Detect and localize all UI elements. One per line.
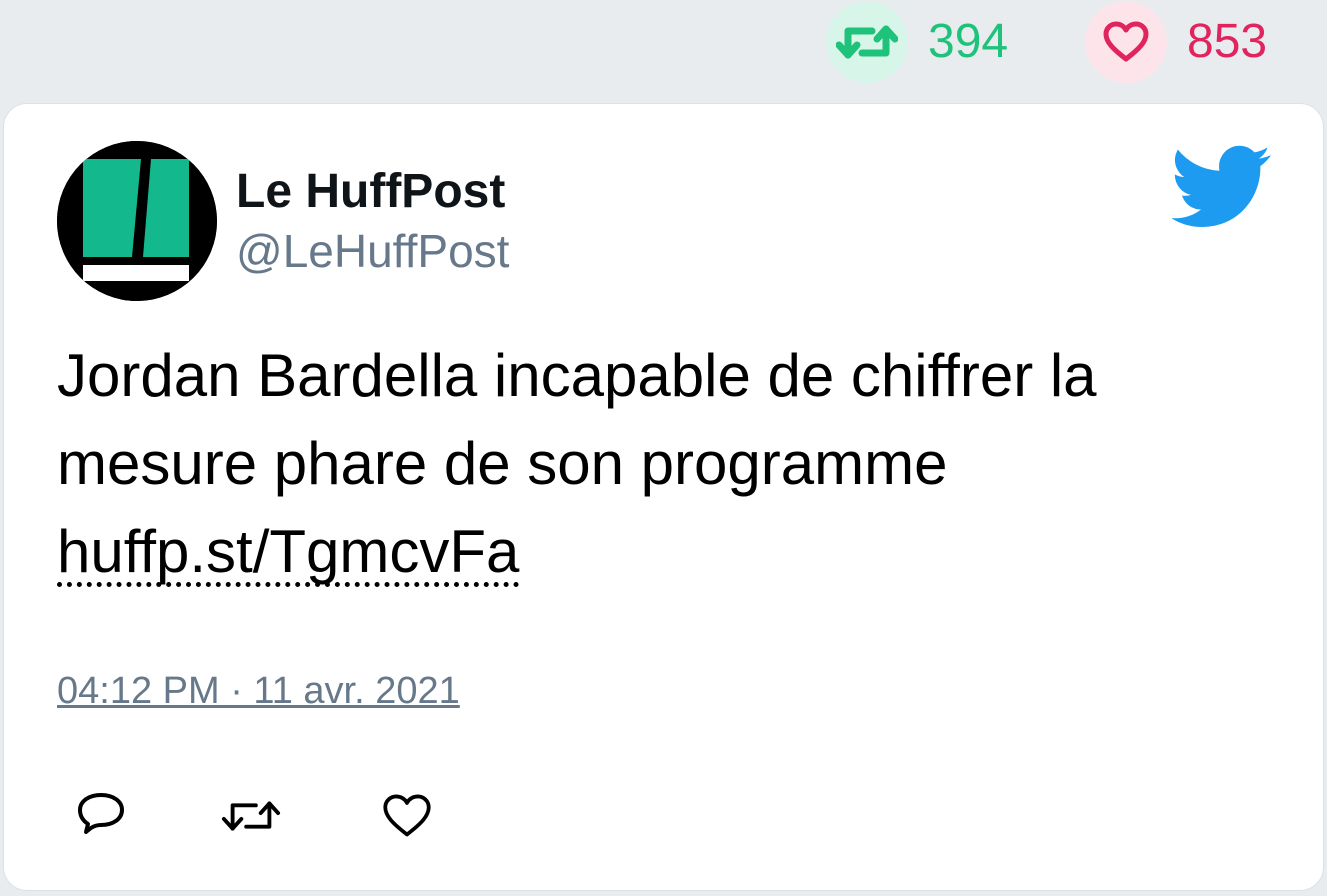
author-handle[interactable]: @LeHuffPost <box>236 228 509 274</box>
retweet-icon[interactable] <box>826 1 908 83</box>
tweet-text-line: Jordan Bardella incapable de chiffrer la <box>57 342 1097 409</box>
like-count: 853 <box>1187 15 1268 68</box>
retweet-count: 394 <box>928 15 1009 68</box>
author-name[interactable]: Le HuffPost <box>236 168 505 216</box>
tweet-text: Jordan Bardella incapable de chiffrer la… <box>57 332 1277 596</box>
reply-button[interactable] <box>71 786 131 846</box>
tweet-card: Le HuffPost @LeHuffPost Jordan Bardella … <box>3 103 1324 891</box>
huffpost-logo <box>57 141 217 301</box>
tweet-text-line: mesure phare de son programme <box>57 430 948 497</box>
engagement-stats: 394 853 <box>0 0 1327 100</box>
heart-icon[interactable] <box>1085 1 1167 83</box>
reply-icon <box>78 793 124 834</box>
like-stat[interactable]: 853 <box>1085 0 1267 84</box>
retweet-button[interactable] <box>221 786 281 846</box>
tweet-timestamp[interactable]: 04:12 PM · 11 avr. 2021 <box>57 672 460 710</box>
tweet-link[interactable]: huffp.st/TgmcvFa <box>57 522 520 587</box>
like-button[interactable] <box>377 786 437 846</box>
avatar[interactable] <box>57 141 217 301</box>
retweet-icon <box>221 801 281 831</box>
twitter-bird-icon[interactable] <box>1170 144 1272 230</box>
heart-icon <box>383 794 431 837</box>
retweet-stat[interactable]: 394 <box>826 0 1008 84</box>
